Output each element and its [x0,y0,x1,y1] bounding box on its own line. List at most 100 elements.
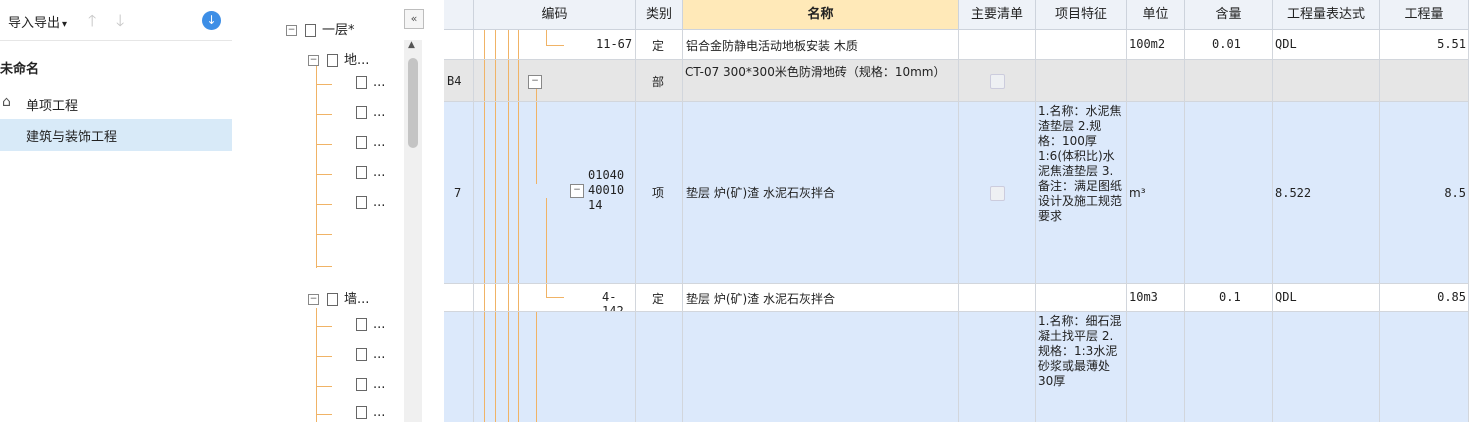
tree-node-label: 墙... [344,292,370,307]
chevron-down-icon: ▾ [62,19,68,30]
cell-main-list[interactable] [959,102,1036,283]
tree-node-label: 一层* [322,23,355,38]
cell-qty-ratio[interactable] [1185,312,1273,422]
collapse-icon[interactable]: − [308,55,319,66]
cell-expression[interactable] [1273,312,1380,422]
cell-unit[interactable] [1127,312,1185,422]
cell-expression[interactable] [1273,60,1380,101]
download-icon[interactable]: ↓ [202,11,221,30]
column-header-feature[interactable]: 项目特征 [1036,0,1127,30]
cell-type: 定 [636,284,683,311]
code-text: 11-67 [596,37,633,51]
document-icon [356,136,367,149]
cell-qty-ratio[interactable] [1185,102,1273,283]
down-arrow-icon[interactable]: 🡓 [116,10,124,37]
cell-qty-ratio[interactable]: 0.1 [1185,284,1273,311]
table-row[interactable]: 11-67 定 铝合金防静电活动地板安装 木质 100m2 0.01 QDL 5… [444,30,1469,60]
cell-expression[interactable]: QDL [1273,284,1380,311]
column-header-unit[interactable]: 单位 [1127,0,1185,30]
expression-text: QDL [1275,37,1297,51]
tree-node-leaf[interactable]: ... [356,135,385,153]
cell-qty-ratio[interactable] [1185,60,1273,101]
collapse-icon[interactable]: − [308,294,319,305]
unit-text: 100m2 [1129,37,1166,51]
cell-unit[interactable]: 10m3 [1127,284,1185,311]
column-header-seq[interactable] [444,0,474,30]
cell-unit[interactable]: 100m2 [1127,30,1185,59]
tree-node-leaf[interactable]: ... [356,347,385,365]
tree-node-leaf[interactable]: ... [356,377,385,395]
cell-code[interactable]: 4-142 [474,284,636,311]
cell-feature[interactable]: 1.名称：细石混凝土找平层 2.规格：1:3水泥砂浆或最薄处30厚 [1036,312,1127,422]
tree-node-leaf[interactable]: ... [356,105,385,123]
tree-connector [316,144,332,145]
cell-type [636,312,683,422]
column-header-main-list[interactable]: 主要清单 [959,0,1036,30]
cell-expression[interactable]: 8.522 [1273,102,1380,283]
document-icon [327,293,338,306]
column-header-name[interactable]: 名称 [683,0,959,30]
cell-feature[interactable] [1036,284,1127,311]
cell-unit[interactable] [1127,60,1185,101]
tree-node-leaf[interactable]: ... [356,75,385,93]
table-row-selected[interactable]: 7 − 01040 40010 14 🔒 项 垫层 炉(矿)渣 水泥石灰拌合 1… [444,102,1469,284]
tree-node-leaf[interactable]: ... [356,405,385,423]
document-icon [327,54,338,67]
cell-code[interactable]: − [474,60,636,101]
tree-node-wall-group[interactable]: − 墙... [308,288,370,307]
cell-expression[interactable]: QDL [1273,30,1380,59]
scroll-up-icon[interactable]: ▲ [408,40,415,50]
collapse-panel-button[interactable]: « [404,9,424,29]
scrollbar-thumb[interactable] [408,58,418,148]
column-header-code[interactable]: 编码 [474,0,636,30]
cell-name[interactable] [683,312,959,422]
table-row-group[interactable]: B4 − 部 CT-07 300*300米色防滑地砖（规格：10mm） [444,60,1469,102]
tree-item-label: 单项工程 [26,99,79,114]
cell-name[interactable]: 垫层 炉(矿)渣 水泥石灰拌合 [683,102,959,283]
tree-node-leaf[interactable]: ... [356,195,385,213]
up-arrow-icon[interactable]: 🡑 [88,10,96,37]
collapse-icon[interactable]: − [286,25,297,36]
cell-name[interactable]: CT-07 300*300米色防滑地砖（规格：10mm） [683,60,959,101]
cell-code[interactable] [474,312,636,422]
collapse-icon[interactable]: − [570,184,584,198]
tree-item-single-project[interactable]: ⌂ 单项工程 [0,94,232,114]
cell-qty-ratio[interactable]: 0.01 [1185,30,1273,59]
main-list-checkbox[interactable] [990,74,1005,89]
import-export-menu[interactable]: 导入导出 ▾ [8,12,67,31]
qty-ratio-text: 0.01 [1212,37,1241,51]
table-row[interactable]: 1.名称：细石混凝土找平层 2.规格：1:3水泥砂浆或最薄处30厚 [444,312,1469,422]
column-header-type[interactable]: 类别 [636,0,683,30]
column-header-qty-ratio[interactable]: 含量 [1185,0,1273,30]
cell-type: 定 [636,30,683,59]
table-row[interactable]: 4-142 定 垫层 炉(矿)渣 水泥石灰拌合 10m3 0.1 QDL 0.8… [444,284,1469,312]
seq-text: B4 [447,74,462,88]
cell-feature[interactable]: 1.名称：水泥焦渣垫层 2.规格：100厚1:6(体积比)水泥焦渣垫层 3.备注… [1036,102,1127,283]
tree-item-construction[interactable]: 建筑与装饰工程 [0,119,232,151]
tree-node-leaf[interactable]: ... [356,317,385,335]
tree-node-floor1[interactable]: − 一层* [286,19,355,38]
cell-name[interactable]: 垫层 炉(矿)渣 水泥石灰拌合 [683,284,959,311]
cell-main-list [959,312,1036,422]
code-text: 01040 40010 14 [588,168,625,212]
collapse-icon[interactable]: − [528,75,542,89]
tree-node-floor-group[interactable]: − 地... [308,49,369,68]
main-list-checkbox[interactable] [990,186,1005,201]
cell-code[interactable]: 11-67 [474,30,636,59]
document-icon [356,196,367,209]
cell-feature[interactable] [1036,30,1127,59]
tree-connector [316,414,332,415]
feature-text: 1.名称：细石混凝土找平层 2.规格：1:3水泥砂浆或最薄处30厚 [1038,314,1122,388]
cell-main-list[interactable] [959,60,1036,101]
name-text: 铝合金防静电活动地板安装 木质 [686,39,858,53]
column-header-expression[interactable]: 工程量表达式 [1273,0,1380,30]
cell-unit[interactable]: m³ [1127,102,1185,283]
cell-code[interactable]: − 01040 40010 14 🔒 [474,102,636,283]
column-header-quantity[interactable]: 工程量 [1380,0,1469,30]
cell-seq [444,30,474,59]
tree-node-leaf[interactable]: ... [356,165,385,183]
cell-feature[interactable] [1036,60,1127,101]
cell-name[interactable]: 铝合金防静电活动地板安装 木质 [683,30,959,59]
tree-connector [316,234,332,235]
tree-connector [316,66,317,268]
